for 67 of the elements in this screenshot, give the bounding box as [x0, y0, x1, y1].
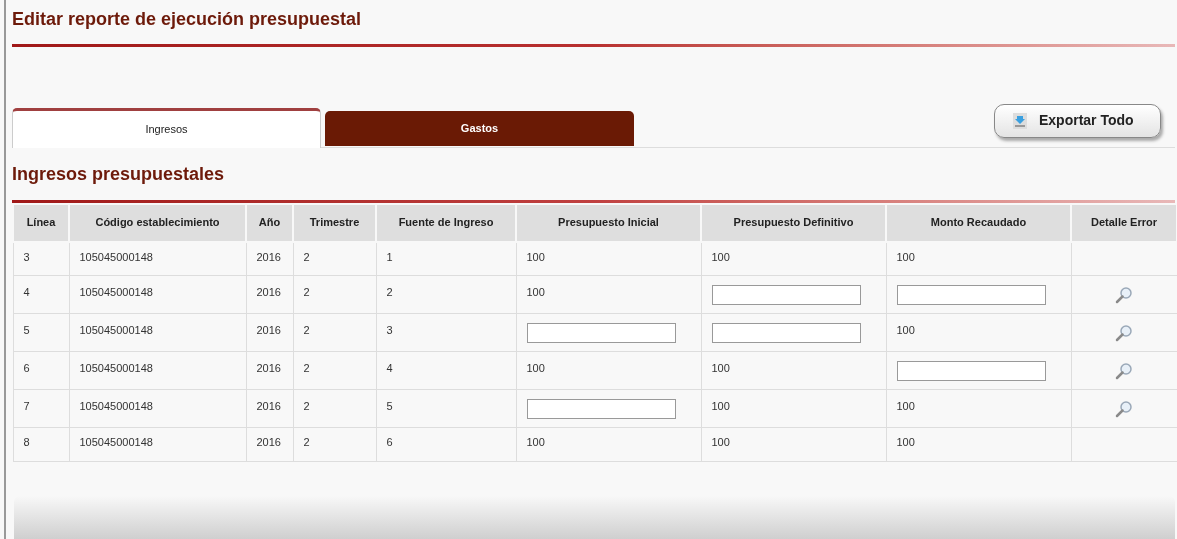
table-cell: 2016	[246, 313, 293, 352]
table-cell: 100	[886, 427, 1071, 462]
table-cell: 4	[376, 351, 516, 390]
download-icon	[1013, 112, 1027, 129]
table-cell: 2	[293, 427, 376, 462]
search-icon[interactable]	[1115, 285, 1133, 304]
input-field[interactable]	[711, 322, 861, 343]
table-cell: 2	[293, 351, 376, 390]
table-cell: 100	[886, 389, 1071, 428]
table-cell: 2	[293, 313, 376, 352]
column-header: Presupuesto Inicial	[516, 203, 701, 242]
table-cell: 100	[886, 241, 1071, 276]
table-cell: 2	[293, 241, 376, 276]
table-cell: 105045000148	[69, 241, 246, 276]
search-icon[interactable]	[1115, 361, 1133, 380]
table-cell: 2016	[246, 427, 293, 462]
table-cell: 2016	[246, 241, 293, 276]
table-cell: 100	[886, 313, 1071, 352]
table-cell: 1	[376, 241, 516, 276]
column-header: Código establecimiento	[69, 203, 246, 242]
column-header: Trimestre	[293, 203, 376, 242]
table-cell: 7	[13, 389, 69, 428]
tab[interactable]: Ingresos	[12, 107, 321, 148]
table-cell: 100	[516, 351, 701, 390]
table-cell: 2	[293, 275, 376, 314]
search-icon[interactable]	[1115, 323, 1133, 342]
column-header: Presupuesto Definitivo	[701, 203, 886, 242]
table-cell: 100	[701, 241, 886, 276]
column-header: Detalle Error	[1071, 203, 1177, 242]
input-field[interactable]	[711, 284, 861, 305]
table-cell: 2016	[246, 351, 293, 390]
table-cell: 100	[701, 351, 886, 390]
table-cell: 2016	[246, 275, 293, 314]
column-header: Monto Recaudado	[886, 203, 1071, 242]
table-cell: 2	[376, 275, 516, 314]
table-cell: 5	[13, 313, 69, 352]
table-cell: 105045000148	[69, 351, 246, 390]
table-cell: 5	[376, 389, 516, 428]
table-cell: 8	[13, 427, 69, 462]
table-cell: 4	[13, 275, 69, 314]
export-all-button[interactable]: Exportar Todo	[994, 103, 1161, 138]
input-field[interactable]	[896, 360, 1046, 381]
table-cell: 2016	[246, 389, 293, 428]
section-title: Ingresos presupuestales	[12, 163, 225, 187]
input-field[interactable]	[526, 322, 676, 343]
column-header: Fuente de Ingreso	[376, 203, 516, 242]
input-field[interactable]	[526, 398, 676, 419]
table-cell: 2	[293, 389, 376, 428]
tab[interactable]: Gastos	[325, 110, 634, 146]
table-cell: 105045000148	[69, 313, 246, 352]
search-icon[interactable]	[1115, 399, 1133, 418]
table-cell: 105045000148	[69, 275, 246, 314]
column-header: Año	[246, 203, 293, 242]
table-cell: 100	[701, 389, 886, 428]
table-cell: 100	[516, 275, 701, 314]
table-cell: 100	[701, 427, 886, 462]
table-cell: 100	[516, 427, 701, 462]
table-cell: 100	[516, 241, 701, 276]
table-cell: 6	[376, 427, 516, 462]
table-cell: 3	[13, 241, 69, 276]
page-title: Editar reporte de ejecución presupuestal	[12, 9, 362, 29]
table-cell: 3	[376, 313, 516, 352]
table-cell: 6	[13, 351, 69, 390]
column-header: Línea	[13, 203, 69, 242]
input-field[interactable]	[896, 284, 1046, 305]
table-cell: 105045000148	[69, 389, 246, 428]
table-cell: 105045000148	[69, 427, 246, 462]
